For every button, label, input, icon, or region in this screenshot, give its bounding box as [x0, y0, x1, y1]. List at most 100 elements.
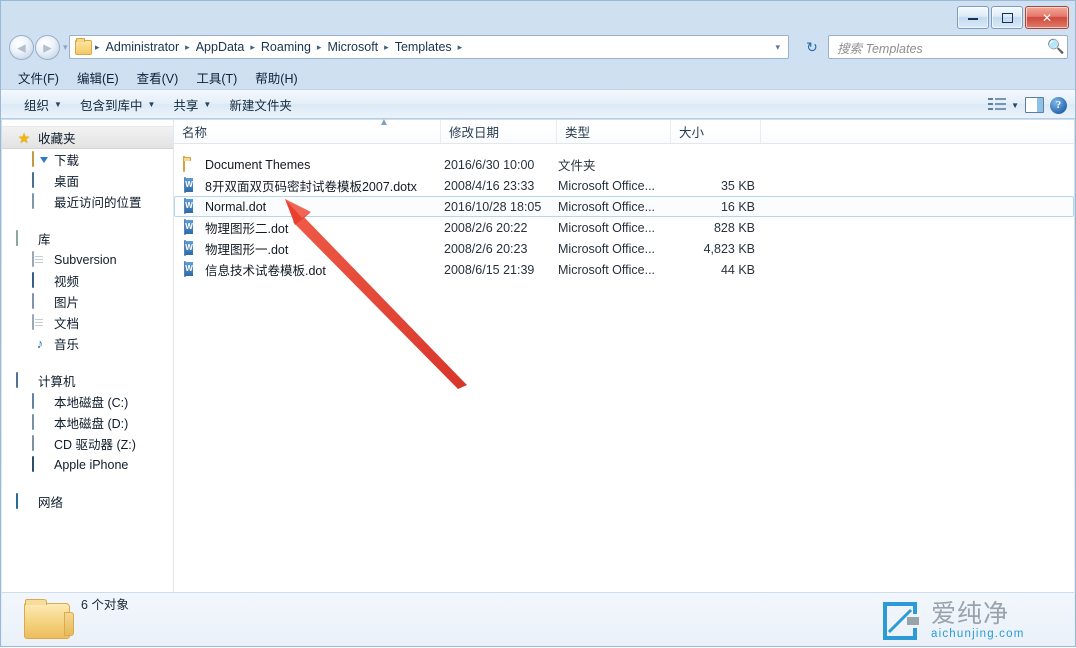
menu-item-help[interactable]: 帮助(H): [246, 65, 306, 90]
file-date-cell: 2008/2/6 20:23: [442, 242, 558, 256]
breadcrumb-item-microsoft[interactable]: Microsoft: [322, 38, 383, 56]
aichunjing-logo-icon: [877, 598, 923, 644]
column-header-name[interactable]: 名称 ▲: [174, 120, 441, 143]
sidebar-item-local-disk-c[interactable]: 本地磁盘 (C:): [2, 391, 173, 412]
folder-icon: [75, 40, 92, 55]
sidebar-item-apple-iphone[interactable]: Apple iPhone: [2, 454, 173, 475]
system-drive-icon: [32, 394, 48, 410]
sidebar-item-documents[interactable]: 文档: [2, 312, 173, 333]
breadcrumb-item-templates[interactable]: Templates: [390, 38, 457, 56]
table-row[interactable]: 物理图形二.dot 2008/2/6 20:22 Microsoft Offic…: [174, 217, 1074, 238]
include-in-library-button[interactable]: 包含到库中 ▼: [71, 91, 164, 118]
list-top-gap: [174, 144, 1074, 154]
breadcrumb-item-administrator[interactable]: Administrator: [101, 38, 185, 56]
close-button[interactable]: ✕: [1025, 6, 1069, 29]
nav-group-computer: 计算机 本地磁盘 (C:) 本地磁盘 (D:) CD 驱动器 (Z:) Appl…: [2, 370, 173, 475]
breadcrumb-item-appdata[interactable]: AppData: [191, 38, 250, 56]
back-button[interactable]: ◀: [9, 35, 34, 60]
menu-item-edit[interactable]: 编辑(E): [68, 65, 128, 90]
sidebar-item-recent-places[interactable]: 最近访问的位置: [2, 191, 173, 212]
file-name-cell: 物理图形二.dot: [175, 218, 442, 237]
column-header-type[interactable]: 类型: [557, 120, 671, 143]
sidebar-item-libraries[interactable]: 库: [2, 228, 173, 249]
recent-locations-caret-icon[interactable]: ▾: [63, 42, 68, 53]
sidebar-item-desktop[interactable]: 桌面: [2, 170, 173, 191]
nav-spacer: [2, 214, 173, 228]
file-size-cell: 828 KB: [672, 221, 762, 235]
change-view-button[interactable]: ▼: [988, 97, 1019, 113]
refresh-icon: ↻: [806, 40, 818, 56]
file-type-cell: Microsoft Office...: [558, 200, 672, 214]
sidebar-item-label: 收藏夹: [38, 128, 76, 147]
sidebar-item-subversion[interactable]: Subversion: [2, 249, 173, 270]
search-box[interactable]: 搜索 Templates 🔍: [828, 35, 1068, 59]
file-type-cell: 文件夹: [558, 155, 672, 174]
file-list-pane[interactable]: 名称 ▲ 修改日期 类型 大小 Document Themes 2016/6/3…: [174, 120, 1074, 592]
view-list-icon: [988, 97, 1006, 113]
word-document-icon: [183, 241, 199, 257]
menu-item-view[interactable]: 查看(V): [128, 65, 188, 90]
address-bar[interactable]: ▸ Administrator ▸ AppData ▸ Roaming ▸ Mi…: [69, 35, 789, 59]
sidebar-item-music[interactable]: ♪ 音乐: [2, 333, 173, 354]
sidebar-item-network[interactable]: 网络: [2, 491, 173, 512]
file-name-label: 物理图形二.dot: [205, 218, 288, 237]
sidebar-item-label: 本地磁盘 (D:): [54, 413, 128, 432]
star-icon: ★: [16, 130, 32, 146]
column-header-size[interactable]: 大小: [671, 120, 761, 143]
table-row[interactable]: 物理图形一.dot 2008/2/6 20:23 Microsoft Offic…: [174, 238, 1074, 259]
sidebar-item-cd-drive-z[interactable]: CD 驱动器 (Z:): [2, 433, 173, 454]
sidebar-item-downloads[interactable]: 下载: [2, 149, 173, 170]
forward-button[interactable]: ▶: [35, 35, 60, 60]
sidebar-item-pictures[interactable]: 图片: [2, 291, 173, 312]
new-folder-button[interactable]: 新建文件夹: [220, 91, 301, 118]
sidebar-item-label: 最近访问的位置: [54, 192, 142, 211]
table-row[interactable]: 8开双面双页码密封试卷模板2007.dotx 2008/4/16 23:33 M…: [174, 175, 1074, 196]
folder-icon: [183, 157, 199, 173]
sidebar-item-videos[interactable]: 视频: [2, 270, 173, 291]
menu-item-tools[interactable]: 工具(T): [187, 65, 246, 90]
help-button[interactable]: ?: [1050, 97, 1067, 114]
file-size-cell: 16 KB: [672, 200, 762, 214]
hard-drive-icon: [32, 415, 48, 431]
sidebar-item-label: 文档: [54, 313, 79, 332]
computer-icon: [16, 373, 32, 389]
column-header-row: 名称 ▲ 修改日期 类型 大小: [174, 120, 1074, 144]
sidebar-item-favorites[interactable]: ★ 收藏夹: [2, 126, 173, 149]
address-history-caret-icon[interactable]: ▾: [771, 42, 788, 53]
sidebar-item-computer[interactable]: 计算机: [2, 370, 173, 391]
cd-drive-icon: [32, 436, 48, 452]
file-name-label: 信息技术试卷模板.dot: [205, 260, 326, 279]
maximize-button[interactable]: [991, 6, 1023, 29]
sort-ascending-icon: ▲: [379, 117, 388, 126]
table-row[interactable]: Normal.dot 2016/10/28 18:05 Microsoft Of…: [174, 196, 1074, 217]
column-header-name-label: 名称: [182, 122, 207, 141]
preview-pane-button[interactable]: [1025, 97, 1044, 113]
file-name-cell: 物理图形一.dot: [175, 239, 442, 258]
sidebar-item-label: 库: [38, 229, 51, 248]
refresh-button[interactable]: ↻: [801, 37, 823, 58]
organize-button[interactable]: 组织 ▼: [15, 91, 71, 118]
word-document-icon: [183, 262, 199, 278]
table-row[interactable]: 信息技术试卷模板.dot 2008/6/15 21:39 Microsoft O…: [174, 259, 1074, 280]
file-date-cell: 2016/10/28 18:05: [442, 200, 558, 214]
file-date-cell: 2008/6/15 21:39: [442, 263, 558, 277]
sidebar-item-local-disk-d[interactable]: 本地磁盘 (D:): [2, 412, 173, 433]
content-area: ★ 收藏夹 下载 桌面 最近访问的位置: [2, 120, 1074, 592]
breadcrumb-item-roaming[interactable]: Roaming: [256, 38, 316, 56]
document-icon: [32, 252, 48, 268]
maximize-icon: [1002, 13, 1013, 23]
file-name-label: 8开双面双页码密封试卷模板2007.dotx: [205, 176, 417, 195]
minimize-button[interactable]: [957, 6, 989, 29]
sidebar-item-label: 网络: [38, 492, 63, 511]
include-in-library-label: 包含到库中: [80, 95, 143, 114]
sidebar-item-label: 视频: [54, 271, 79, 290]
breadcrumb: ▸ Administrator ▸ AppData ▸ Roaming ▸ Mi…: [94, 38, 771, 56]
menu-item-file[interactable]: 文件(F): [9, 65, 68, 90]
share-button[interactable]: 共享 ▼: [164, 91, 220, 118]
navigation-pane[interactable]: ★ 收藏夹 下载 桌面 最近访问的位置: [2, 120, 174, 592]
nav-group-network: 网络: [2, 491, 173, 512]
toolbar-right-group: ▼ ?: [988, 90, 1067, 120]
table-row[interactable]: Document Themes 2016/6/30 10:00 文件夹: [174, 154, 1074, 175]
search-input[interactable]: 搜索 Templates: [829, 38, 1045, 57]
column-header-date-modified[interactable]: 修改日期: [441, 120, 557, 143]
